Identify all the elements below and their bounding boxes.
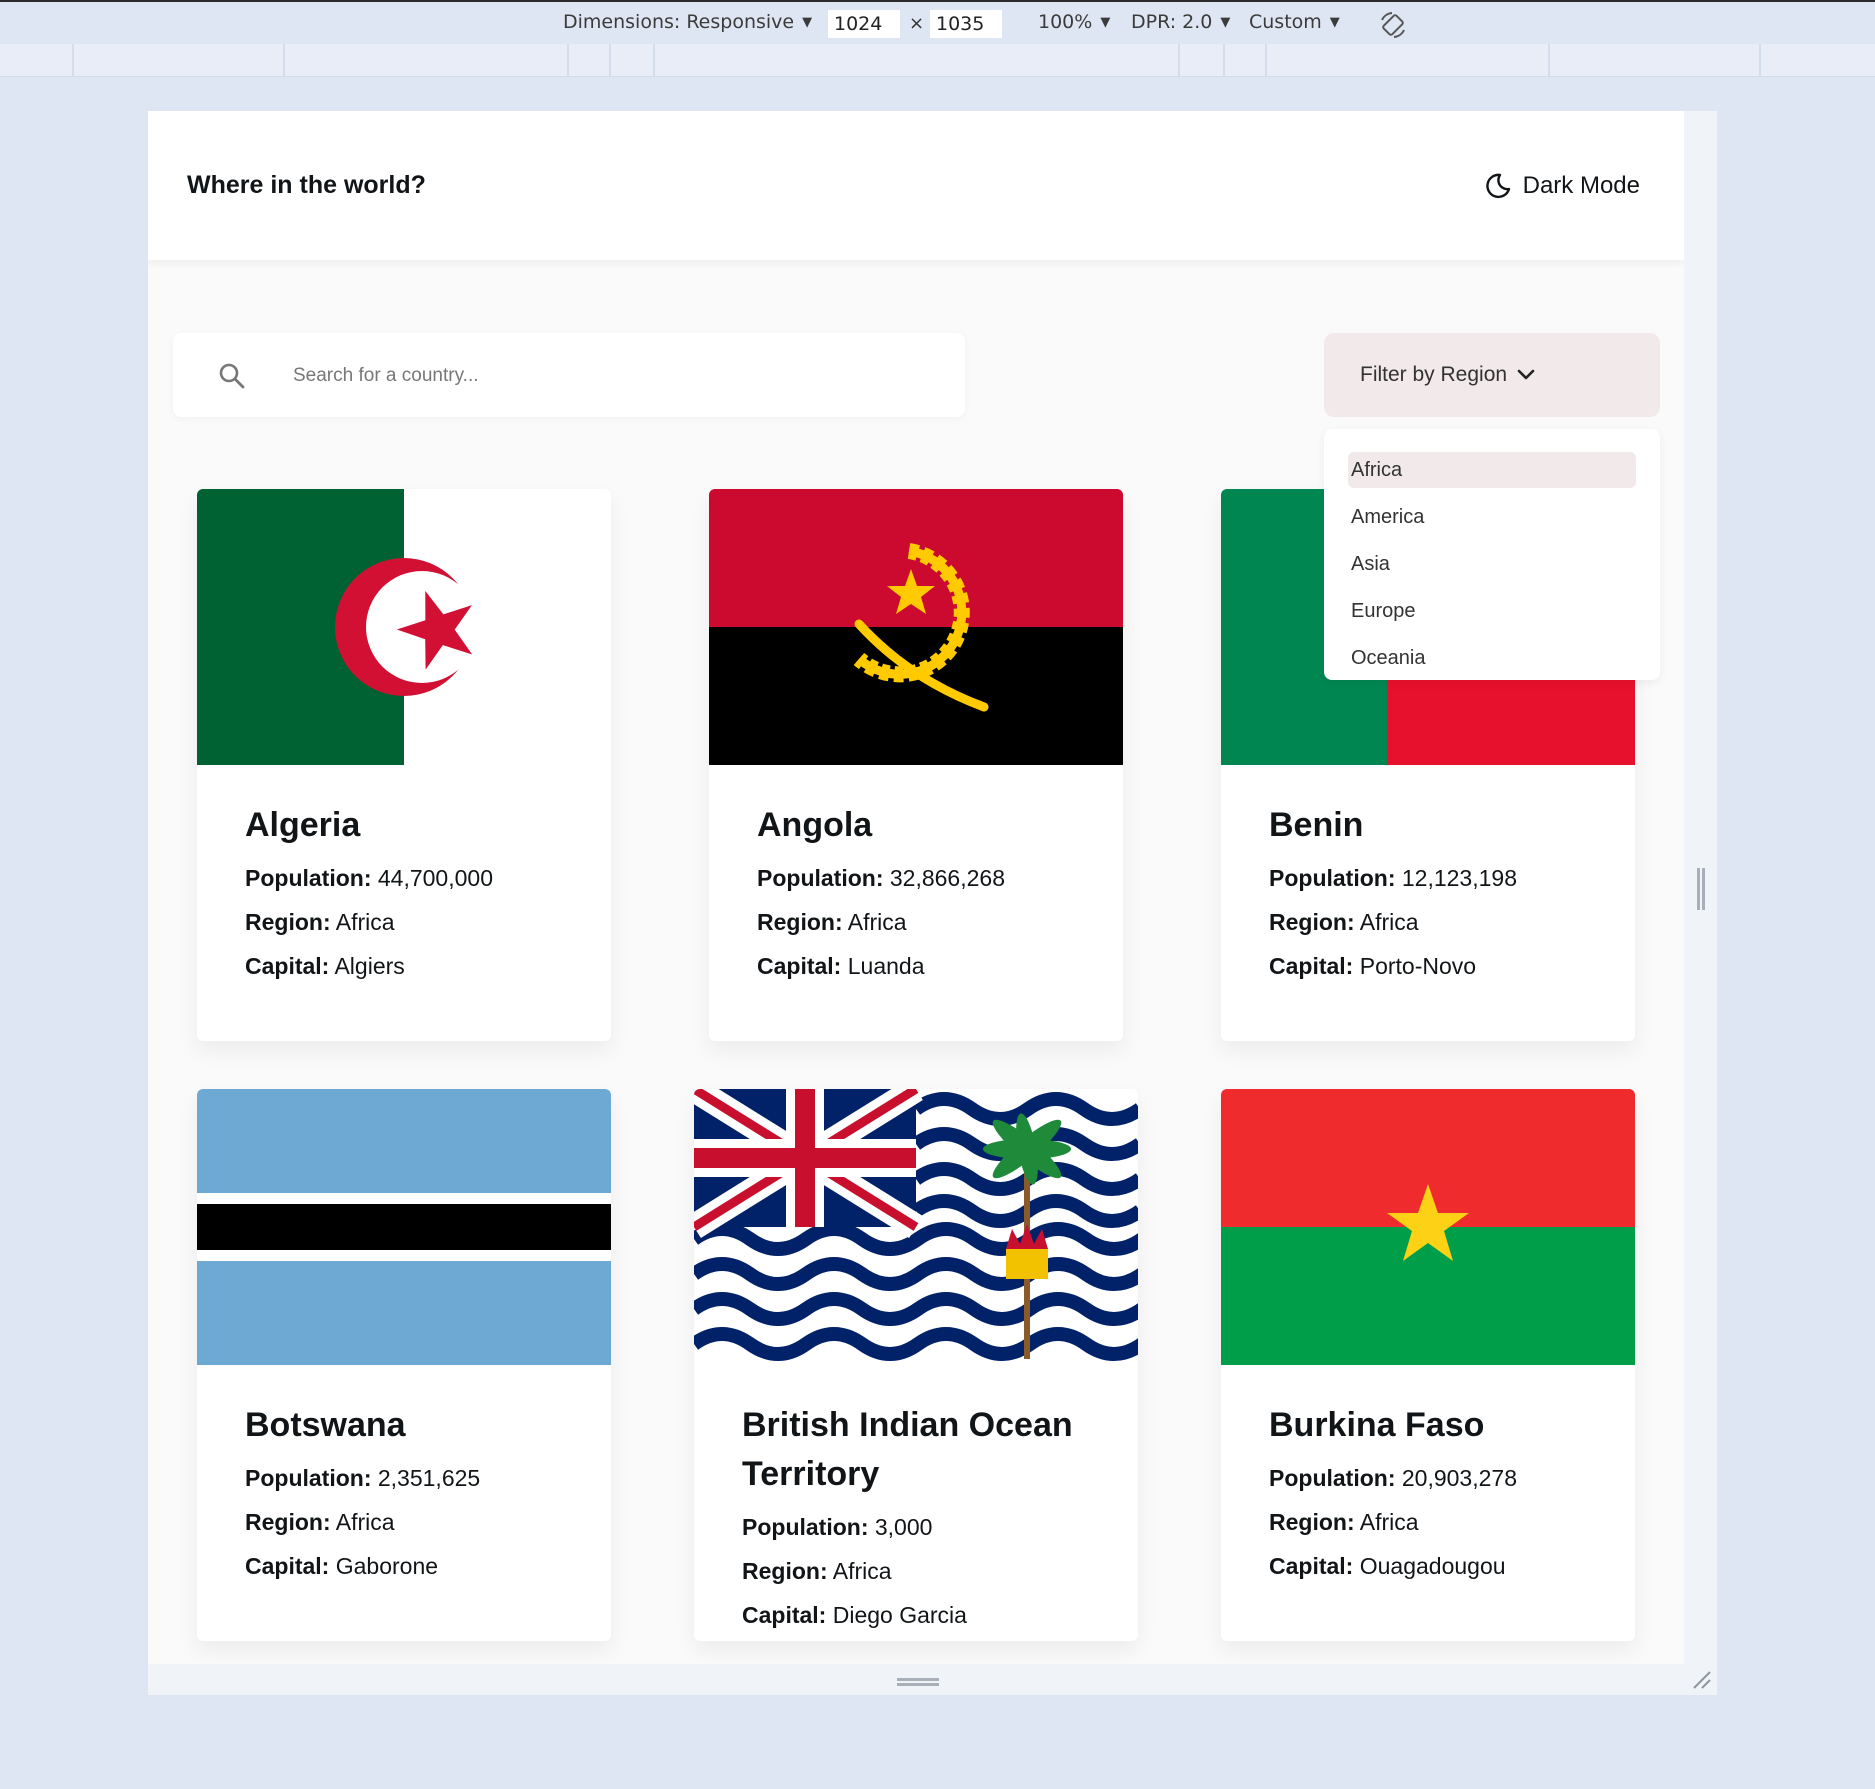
country-card[interactable]: Burkina Faso Population: 20,903,278 Regi…: [1221, 1089, 1635, 1641]
population-value: 32,866,268: [889, 865, 1005, 891]
caret-down-icon: ▼: [1220, 14, 1231, 30]
region-option-europe[interactable]: Europe: [1348, 593, 1636, 629]
biot-flag-icon: [694, 1089, 1138, 1365]
country-name: Benin: [1269, 806, 1364, 844]
region-filter-label: Filter by Region: [1360, 363, 1508, 386]
region-label: Region:: [1269, 909, 1355, 935]
search-icon: [219, 363, 245, 389]
page-title: Where in the world?: [187, 171, 426, 199]
capital-label: Capital:: [1269, 1553, 1354, 1579]
rotate-icon[interactable]: [1378, 10, 1408, 40]
capital-label: Capital:: [742, 1602, 827, 1628]
population-value: 20,903,278: [1401, 1465, 1517, 1491]
region-filter-dropdown[interactable]: Filter by Region: [1324, 333, 1660, 417]
region-option-africa[interactable]: Africa: [1348, 452, 1636, 488]
population-value: 44,700,000: [377, 865, 493, 891]
dpr-dropdown[interactable]: DPR: 2.0 ▼: [1131, 11, 1230, 33]
country-name: Botswana: [245, 1406, 406, 1444]
burkina-faso-flag-icon: [1221, 1089, 1635, 1365]
caret-down-icon: ▼: [1100, 14, 1111, 30]
population-value: 12,123,198: [1401, 865, 1517, 891]
region-label: Region:: [245, 1509, 331, 1535]
caret-down-icon: ▼: [1329, 14, 1340, 30]
moon-icon: [1485, 173, 1510, 198]
country-name: Algeria: [245, 806, 361, 844]
search-bar: [173, 333, 965, 417]
region-value: Africa: [1359, 909, 1419, 935]
region-value: Africa: [832, 1558, 892, 1584]
botswana-flag-icon: [197, 1089, 611, 1365]
algeria-flag-icon: [197, 489, 611, 765]
population-label: Population:: [742, 1514, 869, 1540]
angola-flag-icon: [709, 489, 1123, 765]
viewport-width-input[interactable]: [828, 10, 900, 38]
media-query-ruler: [0, 44, 1875, 77]
country-card[interactable]: Algeria Population: 44,700,000 Region: A…: [197, 489, 611, 1041]
region-option-oceania[interactable]: Oceania: [1348, 640, 1636, 676]
capital-value: Porto-Novo: [1359, 953, 1477, 979]
population-label: Population:: [1269, 865, 1396, 891]
search-input[interactable]: [291, 355, 935, 397]
dimensions-dropdown[interactable]: Dimensions: Responsive ▼: [563, 11, 812, 33]
region-label: Region:: [757, 909, 843, 935]
region-label: Region:: [1269, 1509, 1355, 1535]
country-card[interactable]: Angola Population: 32,866,268 Region: Af…: [709, 489, 1123, 1041]
throttle-label: Custom: [1249, 11, 1322, 33]
caret-down-icon: ▼: [802, 14, 813, 30]
region-label: Region:: [245, 909, 331, 935]
capital-value: Ouagadougou: [1359, 1553, 1506, 1579]
population-value: 2,351,625: [377, 1465, 481, 1491]
zoom-dropdown[interactable]: 100% ▼: [1038, 11, 1110, 33]
region-filter-menu: Africa America Asia Europe Oceania: [1324, 429, 1660, 680]
device-viewport: Where in the world? Dark Mode Filter by …: [148, 111, 1717, 1695]
resize-height-handle[interactable]: [897, 1678, 939, 1686]
population-label: Population:: [245, 865, 372, 891]
capital-value: Algiers: [334, 953, 405, 979]
population-value: 3,000: [874, 1514, 933, 1540]
app-header: Where in the world? Dark Mode: [148, 111, 1684, 260]
population-label: Population:: [1269, 1465, 1396, 1491]
dark-mode-label: Dark Mode: [1522, 171, 1640, 199]
capital-label: Capital:: [757, 953, 842, 979]
resize-corner-icon[interactable]: [1690, 1668, 1712, 1690]
region-value: Africa: [847, 909, 907, 935]
throttle-dropdown[interactable]: Custom ▼: [1249, 11, 1340, 33]
devtools-toolbar: Dimensions: Responsive ▼ × 100% ▼ DPR: 2…: [0, 0, 1875, 44]
chevron-down-icon: [1517, 369, 1535, 380]
zoom-label: 100%: [1038, 11, 1093, 33]
country-name: British Indian Ocean Territory: [742, 1406, 1073, 1493]
population-label: Population:: [757, 865, 884, 891]
capital-value: Luanda: [847, 953, 925, 979]
dimensions-label: Dimensions: Responsive: [563, 11, 795, 33]
capital-value: Diego Garcia: [832, 1602, 967, 1628]
dark-mode-toggle[interactable]: Dark Mode: [1485, 172, 1640, 200]
capital-label: Capital:: [245, 953, 330, 979]
region-value: Africa: [335, 909, 395, 935]
country-card[interactable]: British Indian Ocean Territory Populatio…: [694, 1089, 1138, 1641]
capital-value: Gaborone: [335, 1553, 439, 1579]
dpr-label: DPR: 2.0: [1131, 11, 1213, 33]
region-label: Region:: [742, 1558, 828, 1584]
population-label: Population:: [245, 1465, 372, 1491]
region-value: Africa: [1359, 1509, 1419, 1535]
region-option-asia[interactable]: Asia: [1348, 546, 1636, 582]
country-name: Angola: [757, 806, 873, 844]
capital-label: Capital:: [245, 1553, 330, 1579]
capital-label: Capital:: [1269, 953, 1354, 979]
country-name: Burkina Faso: [1269, 1406, 1485, 1444]
country-card[interactable]: Botswana Population: 2,351,625 Region: A…: [197, 1089, 611, 1641]
region-option-america[interactable]: America: [1348, 499, 1636, 535]
resize-width-handle[interactable]: [1697, 868, 1705, 910]
times-symbol: ×: [909, 13, 925, 34]
viewport-height-input[interactable]: [930, 10, 1002, 38]
region-value: Africa: [335, 1509, 395, 1535]
